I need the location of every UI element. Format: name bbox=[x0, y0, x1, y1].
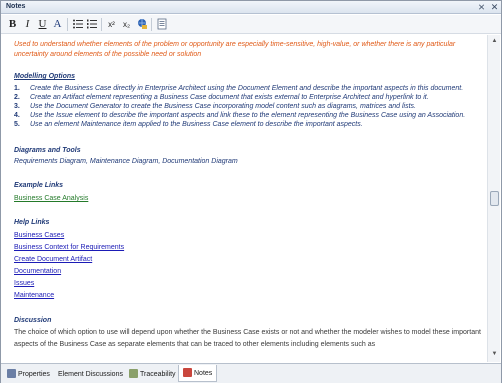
example-links-heading: Example Links bbox=[14, 182, 64, 189]
close-icon[interactable]: ✕ bbox=[489, 2, 500, 13]
scroll-thumb[interactable] bbox=[490, 191, 499, 206]
bold-button[interactable]: B bbox=[6, 18, 19, 31]
tab-bar: Properties Element Discussions Traceabil… bbox=[1, 363, 501, 383]
window-title: Notes bbox=[6, 3, 26, 10]
list-item: 5. Use an element Maintenance item appli… bbox=[14, 121, 484, 130]
help-link[interactable]: Business Context for Requirements bbox=[14, 244, 124, 251]
properties-icon bbox=[7, 369, 16, 378]
help-link[interactable]: Business Cases bbox=[14, 232, 64, 239]
discussion-text: The choice of which option to use will d… bbox=[14, 329, 481, 348]
list-number: 1. bbox=[14, 85, 20, 92]
list-item: 4. Use the Issue element to describe the… bbox=[14, 112, 484, 121]
list-number: 3. bbox=[14, 103, 20, 110]
superscript-button[interactable]: x² bbox=[105, 18, 118, 31]
help-link[interactable]: Create Document Artifact bbox=[14, 256, 92, 263]
tab-label: Traceability bbox=[140, 371, 176, 378]
title-bar: Notes ⨯ ✕ bbox=[1, 1, 501, 14]
help-link[interactable]: Documentation bbox=[14, 268, 61, 275]
notes-window: Notes ⨯ ✕ B I U A x² x₂ Used to understa… bbox=[0, 0, 502, 383]
toolbar-separator bbox=[101, 18, 102, 31]
help-links-heading: Help Links bbox=[14, 219, 50, 226]
list-item: 2. Create an Artifact element representi… bbox=[14, 94, 484, 103]
list-item-text: Create the Business Case directly in Ent… bbox=[30, 85, 464, 92]
discussion-heading: Discussion bbox=[14, 317, 52, 324]
italic-button[interactable]: I bbox=[21, 18, 34, 31]
scroll-down-icon[interactable]: ▼ bbox=[490, 350, 499, 359]
list-number: 4. bbox=[14, 112, 20, 119]
list-number: 2. bbox=[14, 94, 20, 101]
numbered-list-icon[interactable] bbox=[85, 18, 98, 31]
intro-text: Used to understand whether elements of t… bbox=[14, 41, 456, 58]
list-item-text: Use an element Maintenance item applied … bbox=[30, 121, 363, 128]
notes-icon bbox=[183, 368, 192, 377]
list-number: 5. bbox=[14, 121, 20, 128]
notes-editor[interactable]: Used to understand whether elements of t… bbox=[4, 35, 486, 362]
underline-button[interactable]: U bbox=[36, 18, 49, 31]
insert-hyperlink-icon[interactable] bbox=[135, 18, 148, 31]
diagrams-tools-text: Requirements Diagram, Maintenance Diagra… bbox=[14, 158, 238, 165]
scroll-up-icon[interactable]: ▲ bbox=[490, 37, 499, 46]
modelling-options-heading: Modelling Options bbox=[14, 73, 76, 80]
list-item-text: Use the Document Generator to create the… bbox=[30, 103, 416, 110]
tab-label: Notes bbox=[194, 370, 213, 377]
font-color-button[interactable]: A bbox=[51, 18, 64, 31]
toolbar-separator bbox=[151, 18, 152, 31]
tab-properties[interactable]: Properties bbox=[7, 368, 50, 381]
tab-label: Properties bbox=[18, 371, 50, 378]
help-link[interactable]: Maintenance bbox=[14, 292, 54, 299]
bullet-list-icon[interactable] bbox=[71, 18, 84, 31]
tab-traceability[interactable]: Traceability bbox=[129, 368, 176, 381]
formatting-toolbar: B I U A x² x₂ bbox=[1, 15, 501, 34]
list-item: 3. Use the Document Generator to create … bbox=[14, 103, 484, 112]
list-item-text: Use the Issue element to describe the im… bbox=[30, 112, 466, 119]
tab-label: Element Discussions bbox=[58, 371, 123, 378]
tab-element-discussions[interactable]: Element Discussions bbox=[58, 368, 123, 381]
toolbar-separator bbox=[67, 18, 68, 31]
traceability-icon bbox=[129, 369, 138, 378]
example-link[interactable]: Business Case Analysis bbox=[14, 195, 88, 202]
vertical-scrollbar[interactable]: ▲ ▼ bbox=[487, 35, 500, 362]
diagrams-tools-heading: Diagrams and Tools bbox=[14, 147, 81, 154]
subscript-button[interactable]: x₂ bbox=[120, 18, 133, 31]
document-icon[interactable] bbox=[155, 18, 168, 31]
modelling-options-list: 1. Create the Business Case directly in … bbox=[14, 85, 484, 133]
tab-notes[interactable]: Notes bbox=[178, 365, 218, 382]
list-item-text: Create an Artifact element representing … bbox=[30, 94, 429, 101]
help-link[interactable]: Issues bbox=[14, 280, 34, 287]
pin-icon[interactable]: ⨯ bbox=[476, 2, 487, 13]
list-item: 1. Create the Business Case directly in … bbox=[14, 85, 484, 94]
